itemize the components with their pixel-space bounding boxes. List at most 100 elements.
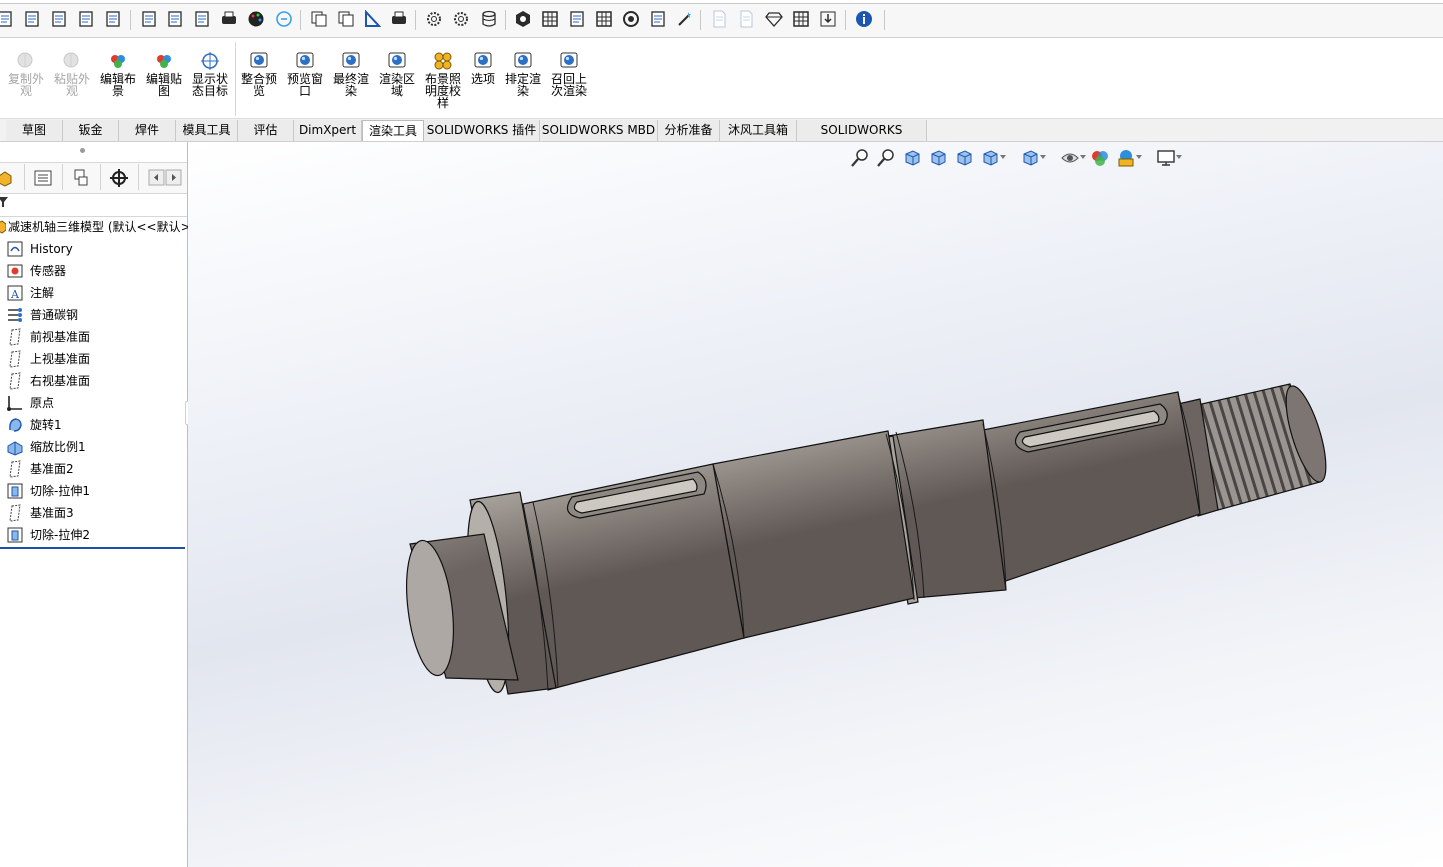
appearance-palette-icon[interactable]	[247, 10, 265, 28]
tab-dimxpert-manager[interactable]	[100, 164, 139, 190]
measure-icon[interactable]	[363, 9, 382, 28]
tree-item[interactable]: 切除-拉伸1	[6, 481, 186, 501]
download-icon[interactable]	[819, 10, 837, 28]
tab-1[interactable]: 草图	[6, 120, 63, 141]
tree-item[interactable]: 上视基准面	[6, 349, 186, 369]
export-icon[interactable]	[649, 10, 667, 28]
graphics-area[interactable]	[188, 142, 1443, 867]
copy-icon[interactable]	[310, 10, 328, 28]
tree-item[interactable]: 切除-拉伸2	[6, 525, 186, 545]
tree-item[interactable]: 基准面2	[6, 459, 186, 479]
tree-item[interactable]: 旋转1	[6, 415, 186, 435]
ribbon-button-4[interactable]: 编辑贴 图	[142, 50, 186, 97]
rebuild-icon[interactable]	[50, 10, 68, 28]
tab-12[interactable]: SOLIDWORKS Plastics	[797, 120, 927, 158]
ribbon-button-6[interactable]: 整合预 览	[237, 50, 281, 97]
tab-configuration-manager[interactable]	[62, 164, 101, 190]
bars-icon[interactable]	[792, 10, 810, 28]
tab-5[interactable]: 评估	[238, 120, 294, 141]
tab-2[interactable]: 钣金	[63, 120, 119, 141]
tree-item[interactable]: 传感器	[6, 261, 186, 281]
tree-item[interactable]: 前视基准面	[6, 327, 186, 347]
ribbon-button-12[interactable]: 排定渲 染	[501, 50, 545, 97]
tab-11[interactable]: 沐风工具箱	[720, 120, 797, 141]
scene-lighting-icon	[432, 50, 454, 72]
tree-item[interactable]: 普通碳钢	[6, 305, 186, 325]
tab-7[interactable]: 渲染工具	[362, 120, 424, 141]
tab-8[interactable]: SOLIDWORKS 插件	[424, 120, 540, 141]
display-states-icon[interactable]	[275, 10, 293, 28]
image-icon[interactable]	[737, 10, 755, 28]
scale-icon	[6, 438, 24, 456]
part-icon	[0, 220, 6, 234]
ribbon-button-label: 编辑布 景	[99, 72, 136, 98]
crosshair-icon	[110, 169, 128, 187]
page-icon[interactable]	[710, 10, 728, 28]
gear-icon[interactable]	[425, 10, 443, 28]
tab-scroll-arrows[interactable]	[146, 164, 184, 190]
tree-item-label: 原点	[30, 396, 55, 410]
target-icon[interactable]	[622, 10, 640, 28]
ribbon-button-label: 整合预 览	[240, 72, 277, 98]
tab-property-manager[interactable]	[24, 164, 63, 190]
settings-icon[interactable]	[452, 10, 470, 28]
print-icon[interactable]	[390, 10, 408, 28]
tab-9[interactable]: SOLIDWORKS MBD	[540, 120, 658, 141]
ribbon-button-1[interactable]: 复制外 观	[4, 50, 48, 97]
ribbon-button-9[interactable]: 渲染区 域	[375, 50, 419, 97]
tree-item[interactable]: History	[6, 239, 186, 259]
drawing-icon[interactable]	[193, 10, 211, 28]
tab-feature-manager[interactable]	[0, 164, 25, 190]
magic-icon[interactable]	[676, 10, 694, 28]
options-list-icon[interactable]	[77, 10, 95, 28]
tab-6[interactable]: DimXpert	[294, 120, 362, 141]
tree-item-label: 旋转1	[30, 418, 62, 432]
save-icon[interactable]	[23, 10, 41, 28]
info-icon[interactable]	[855, 10, 873, 28]
stack-icon[interactable]	[480, 10, 498, 28]
ribbon-button-3[interactable]: 编辑布 景	[96, 50, 140, 97]
edit-sketch-icon[interactable]	[0, 10, 14, 28]
plane-icon	[6, 328, 24, 346]
ribbon-button-label: 渲染区 域	[378, 72, 415, 98]
ribbon-button-5[interactable]: 显示状 态目标	[188, 50, 232, 97]
ribbon-button-2[interactable]: 粘贴外 观	[50, 50, 94, 97]
rollback-bar[interactable]	[0, 547, 185, 549]
ribbon-button-7[interactable]: 预览窗 口	[283, 50, 327, 97]
tree-item[interactable]: A 注解	[6, 283, 186, 303]
sheet-icon[interactable]	[337, 10, 355, 28]
print-preview-icon[interactable]	[220, 10, 238, 28]
grid-icon[interactable]	[541, 10, 559, 28]
feature-manager-icon	[0, 171, 12, 187]
shaft-model[interactable]	[188, 142, 1443, 867]
filter-icon	[0, 197, 8, 207]
tree-filter[interactable]	[0, 192, 187, 217]
tab-4[interactable]: 模具工具	[176, 120, 238, 141]
ribbon-button-11[interactable]: 选项	[461, 50, 505, 85]
ribbon-button-13[interactable]: 召回上 次渲染	[547, 50, 591, 97]
tree-item[interactable]: 右视基准面	[6, 371, 186, 391]
tree-item[interactable]: 基准面3	[6, 503, 186, 523]
tab-10[interactable]: 分析准备	[658, 120, 720, 141]
panel-grip[interactable]	[80, 148, 85, 153]
tab-3[interactable]: 焊件	[119, 120, 176, 141]
properties-icon[interactable]	[104, 10, 122, 28]
display-target-icon	[199, 50, 221, 72]
command-toolbar	[0, 0, 1443, 38]
hexagon-icon[interactable]	[514, 10, 532, 28]
open-doc-icon[interactable]	[166, 10, 184, 28]
ribbon-button-10[interactable]: 布景照 明度校 样	[421, 50, 465, 109]
svg-text:A: A	[10, 288, 20, 301]
annotation-icon: A	[6, 284, 24, 302]
chart-icon[interactable]	[568, 10, 586, 28]
new-doc-icon[interactable]	[140, 10, 158, 28]
ribbon-button-8[interactable]: 最终渲 染	[329, 50, 373, 97]
cut-extrude-icon	[6, 526, 24, 544]
tree-item[interactable]: 原点	[6, 393, 186, 413]
tree-root-label: 减速机轴三维模型 (默认<<默认>	[8, 220, 191, 234]
tree-item[interactable]: 缩放比例1	[6, 437, 186, 457]
tree-item-label: 右视基准面	[30, 374, 91, 388]
tree-item-label: 前视基准面	[30, 330, 91, 344]
diamond-icon[interactable]	[765, 10, 783, 28]
table-icon[interactable]	[595, 10, 613, 28]
